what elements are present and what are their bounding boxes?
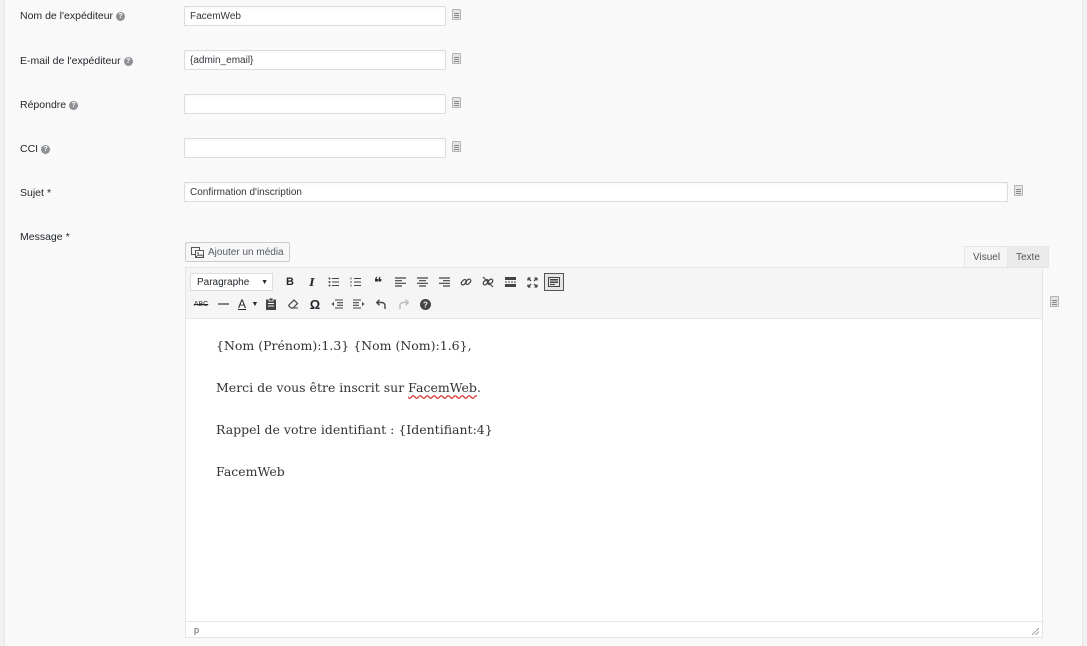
svg-text:?: ? — [423, 300, 428, 309]
add-media-button[interactable]: Ajouter un média — [185, 242, 290, 262]
text-color-icon[interactable]: A — [234, 294, 250, 314]
unlink-icon[interactable] — [477, 272, 499, 292]
merge-tags-icon[interactable] — [452, 97, 461, 108]
message-editor[interactable]: {Nom (Prénom):1.3} {Nom (Nom):1.6}, Merc… — [185, 319, 1043, 621]
subject-input[interactable]: Confirmation d'inscription — [184, 182, 1008, 202]
bcc-input[interactable] — [184, 138, 446, 158]
merge-tags-icon[interactable] — [452, 53, 461, 64]
toolbar-row-2: ABC A ▼ Ω ? — [186, 293, 436, 315]
message-line: {Nom (Prénom):1.3} {Nom (Nom):1.6}, — [216, 338, 472, 353]
indent-icon[interactable] — [348, 294, 370, 314]
strikethrough-icon[interactable]: ABC — [190, 294, 212, 314]
merge-tags-icon[interactable] — [1014, 185, 1023, 196]
horizontal-line-icon[interactable] — [212, 294, 234, 314]
link-icon[interactable] — [455, 272, 477, 292]
align-left-icon[interactable] — [389, 272, 411, 292]
editor-toolbar: Paragraphe ▼ B I ❝ ABC A ▼ Ω ? — [185, 267, 1043, 319]
message-line: Merci de vous être inscrit sur FacemWeb. — [216, 380, 481, 395]
italic-icon[interactable]: I — [301, 272, 323, 292]
numbered-list-icon[interactable] — [345, 272, 367, 292]
help-icon[interactable]: ? — [123, 56, 133, 66]
message-label: Message * — [20, 231, 70, 243]
caret-down-icon[interactable]: ▼ — [250, 294, 260, 314]
sender-email-input[interactable]: {admin_email} — [184, 50, 446, 70]
sender-name-input[interactable]: FacemWeb — [184, 6, 446, 26]
merge-tags-icon[interactable] — [1050, 296, 1059, 307]
sender-email-label: E-mail de l'expéditeur ? — [20, 55, 133, 67]
paste-text-icon[interactable] — [260, 294, 282, 314]
undo-icon[interactable] — [370, 294, 392, 314]
tab-text[interactable]: Texte — [1007, 246, 1049, 268]
bold-icon[interactable]: B — [279, 272, 301, 292]
reply-to-label: Répondre ? — [20, 99, 79, 111]
read-more-icon[interactable] — [499, 272, 521, 292]
misspelled-word: FacemWeb — [408, 380, 477, 395]
reply-to-input[interactable] — [184, 94, 446, 114]
caret-down-icon: ▼ — [261, 278, 268, 286]
editor-statusbar: p — [185, 621, 1043, 638]
blockquote-icon[interactable]: ❝ — [367, 272, 389, 292]
format-select[interactable]: Paragraphe ▼ — [190, 273, 273, 291]
align-center-icon[interactable] — [411, 272, 433, 292]
help-icon[interactable]: ? — [69, 100, 79, 110]
sender-name-label: Nom de l'expéditeur ? — [20, 10, 126, 22]
help-icon[interactable]: ? — [116, 11, 126, 21]
clear-formatting-icon[interactable] — [282, 294, 304, 314]
media-icon — [191, 246, 204, 258]
toolbar-toggle-icon[interactable] — [544, 273, 564, 291]
special-character-icon[interactable]: Ω — [304, 294, 326, 314]
bullet-list-icon[interactable] — [323, 272, 345, 292]
outdent-icon[interactable] — [326, 294, 348, 314]
element-path[interactable]: p — [194, 625, 199, 635]
message-line: FacemWeb — [216, 464, 285, 479]
align-right-icon[interactable] — [433, 272, 455, 292]
help-icon[interactable]: ? — [41, 144, 51, 154]
message-line: Rappel de votre identifiant : {Identifia… — [216, 422, 493, 437]
tab-visual[interactable]: Visuel — [964, 246, 1010, 268]
merge-tags-icon[interactable] — [452, 9, 461, 20]
fullscreen-icon[interactable] — [521, 272, 543, 292]
toolbar-row-1: Paragraphe ▼ B I ❝ — [186, 271, 565, 293]
keyboard-shortcuts-help-icon[interactable]: ? — [414, 294, 436, 314]
bcc-label: CCI ? — [20, 143, 51, 155]
resize-handle-icon[interactable] — [1032, 628, 1039, 635]
redo-icon[interactable] — [392, 294, 414, 314]
merge-tags-icon[interactable] — [452, 141, 461, 152]
subject-label: Sujet * — [20, 187, 52, 199]
